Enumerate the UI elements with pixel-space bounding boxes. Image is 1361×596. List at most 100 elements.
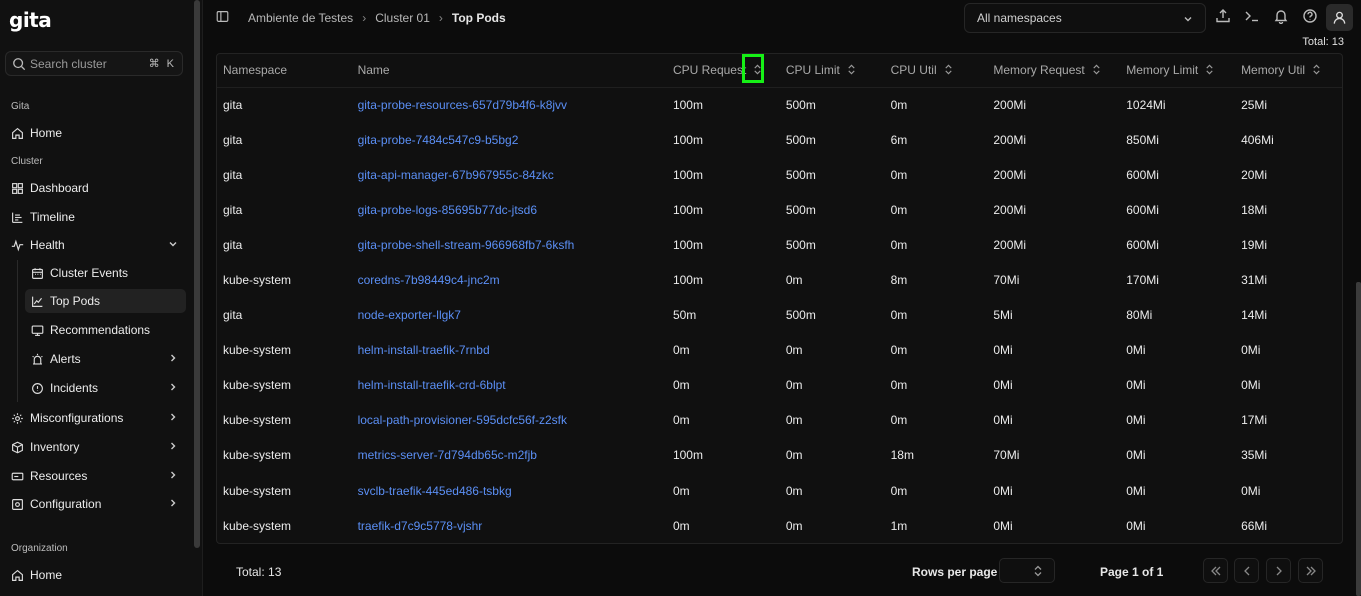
sidebar-item-timeline[interactable]: Timeline bbox=[5, 205, 186, 229]
cell-namespace: gita bbox=[223, 97, 243, 112]
column-header-memory-util[interactable]: Memory Util bbox=[1235, 54, 1342, 88]
chevron-right-icon bbox=[1276, 566, 1282, 576]
sidebar-item-cluster-events[interactable]: Cluster Events bbox=[25, 261, 186, 285]
cell-namespace: gita bbox=[223, 308, 243, 323]
cell-cpu-util: 0m bbox=[890, 97, 908, 112]
cell-cpu-request: 100m bbox=[672, 97, 703, 112]
sidebar-item-health[interactable]: Health bbox=[5, 233, 186, 257]
cell-cpu-limit: 0m bbox=[785, 343, 803, 358]
sort-icon[interactable] bbox=[1205, 64, 1214, 75]
cell-memory-util: 0Mi bbox=[1241, 483, 1261, 498]
sidebar-item-configuration[interactable]: Configuration bbox=[5, 492, 186, 516]
table-row: gita gita-probe-7484c547c9-b5bg2 100m 500m 6… bbox=[217, 122, 1342, 157]
breadcrumb-item-environment[interactable]: Ambiente de Testes bbox=[248, 11, 353, 25]
search-cluster-input[interactable]: Search cluster ⌘ K bbox=[5, 51, 183, 76]
table-row: kube-system helm-install-traefik-7rnbd 0m 0… bbox=[217, 333, 1342, 368]
cell-name[interactable]: helm-install-traefik-7rnbd bbox=[352, 333, 667, 368]
previous-page-button[interactable] bbox=[1234, 558, 1259, 583]
cell-memory-request: 0Mi bbox=[993, 483, 1013, 498]
chevrons-right-icon bbox=[1306, 566, 1316, 576]
cell-name[interactable]: gita-probe-logs-85695b77dc-jtsd6 bbox=[352, 192, 667, 227]
column-header-cpu-request[interactable]: CPU Request bbox=[666, 54, 780, 88]
cell-name[interactable]: gita-probe-7484c547c9-b5bg2 bbox=[352, 122, 667, 157]
sidebar-item-misconfigurations[interactable]: Misconfigurations bbox=[5, 406, 186, 430]
rows-per-page-select[interactable] bbox=[999, 558, 1055, 583]
cell-memory-request: 200Mi bbox=[993, 202, 1027, 217]
sidebar-item-inventory[interactable]: Inventory bbox=[5, 435, 186, 459]
main-scrollbar[interactable] bbox=[1356, 282, 1361, 596]
namespace-select[interactable]: All namespaces bbox=[964, 3, 1206, 33]
timeline-icon bbox=[12, 212, 23, 223]
sort-icon[interactable] bbox=[1092, 64, 1101, 75]
sidebar-item-incidents[interactable]: Incidents bbox=[25, 376, 186, 400]
settings-gear-icon bbox=[12, 412, 23, 424]
sidebar-item-alerts[interactable]: Alerts bbox=[25, 347, 186, 371]
cell-memory-util: 66Mi bbox=[1241, 518, 1268, 533]
cell-name[interactable]: helm-install-traefik-crd-6blpt bbox=[352, 368, 667, 403]
sort-icon[interactable] bbox=[847, 64, 856, 75]
cell-name[interactable]: node-exporter-llgk7 bbox=[352, 298, 667, 333]
column-header-namespace: Namespace bbox=[217, 54, 352, 88]
help-circle-icon[interactable] bbox=[1302, 8, 1318, 24]
column-header-cpu-limit[interactable]: CPU Limit bbox=[779, 54, 885, 88]
chevron-right-icon bbox=[171, 442, 176, 450]
sidebar-item-home[interactable]: Home bbox=[5, 121, 186, 145]
cell-namespace: gita bbox=[223, 237, 243, 252]
cell-memory-request: 0Mi bbox=[993, 343, 1013, 358]
cell-cpu-limit: 500m bbox=[785, 132, 816, 147]
sidebar-item-top-pods[interactable]: Top Pods bbox=[25, 289, 186, 313]
sidebar-item-label: Timeline bbox=[30, 210, 75, 224]
cell-cpu-limit: 500m bbox=[785, 167, 816, 182]
export-upload-icon[interactable] bbox=[1215, 8, 1231, 24]
cell-cpu-limit: 500m bbox=[785, 237, 816, 252]
column-header-memory-limit[interactable]: Memory Limit bbox=[1120, 54, 1236, 88]
cell-name[interactable]: metrics-server-7d794db65c-m2fjb bbox=[352, 438, 667, 473]
cell-memory-request: 200Mi bbox=[993, 132, 1027, 147]
cell-memory-util: 19Mi bbox=[1241, 237, 1268, 252]
bell-icon[interactable] bbox=[1273, 8, 1289, 24]
chevron-left-icon bbox=[1244, 566, 1250, 576]
cell-cpu-util: 1m bbox=[890, 518, 908, 533]
cell-cpu-request: 0m bbox=[672, 518, 690, 533]
cell-cpu-request: 50m bbox=[672, 308, 697, 323]
last-page-button[interactable] bbox=[1298, 558, 1323, 583]
sort-icon[interactable] bbox=[944, 64, 953, 75]
cell-cpu-limit: 0m bbox=[785, 413, 803, 428]
topbar: Ambiente de Testes › Cluster 01 › Top Po… bbox=[203, 0, 1361, 36]
column-header-cpu-util[interactable]: CPU Util bbox=[884, 54, 988, 88]
sidebar-item-recommendations[interactable]: Recommendations bbox=[25, 318, 186, 342]
terminal-icon[interactable] bbox=[1244, 8, 1260, 24]
cell-namespace: kube-system bbox=[223, 518, 292, 533]
sidebar-item-resources[interactable]: Resources bbox=[5, 464, 186, 488]
column-header-memory-request[interactable]: Memory Request bbox=[987, 54, 1121, 88]
sidebar-item-dashboard[interactable]: Dashboard bbox=[5, 176, 186, 200]
first-page-button[interactable] bbox=[1203, 558, 1228, 583]
submenu-guide-line bbox=[17, 260, 18, 402]
cell-name[interactable]: svclb-traefik-445ed486-tsbkg bbox=[352, 473, 667, 508]
next-page-button[interactable] bbox=[1266, 558, 1291, 583]
table-row: gita gita-probe-logs-85695b77dc-jtsd6 100m… bbox=[217, 192, 1342, 227]
chevron-right-icon bbox=[171, 354, 176, 362]
cell-namespace: kube-system bbox=[223, 343, 292, 358]
gita-logo[interactable]: gita bbox=[9, 8, 52, 32]
breadcrumb-item-cluster[interactable]: Cluster 01 bbox=[375, 11, 430, 25]
sidebar-item-label: Configuration bbox=[30, 497, 102, 511]
sort-icon[interactable] bbox=[1312, 64, 1321, 75]
highlighted-sort-target bbox=[742, 54, 765, 84]
sidebar-toggle-icon[interactable] bbox=[216, 10, 229, 23]
cell-name[interactable]: gita-probe-shell-stream-966968fb7-6ksfh bbox=[352, 227, 667, 262]
cell-name[interactable]: local-path-provisioner-595dcfc56f-z2sfk bbox=[352, 403, 667, 438]
cell-name[interactable]: gita-probe-resources-657d79b4f6-k8jvv bbox=[352, 87, 667, 122]
cell-name[interactable]: coredns-7b98449c4-jnc2m bbox=[352, 262, 667, 297]
sidebar-scrollbar[interactable] bbox=[194, 0, 200, 548]
sidebar-item-org-home[interactable]: Home bbox=[5, 563, 186, 587]
cell-name[interactable]: traefik-d7c9c5778-vjshr bbox=[352, 508, 667, 543]
cell-memory-util: 0Mi bbox=[1241, 378, 1261, 393]
cell-memory-limit: 0Mi bbox=[1126, 483, 1146, 498]
cell-memory-util: 0Mi bbox=[1241, 343, 1261, 358]
cell-cpu-limit: 500m bbox=[785, 308, 816, 323]
cell-memory-util: 14Mi bbox=[1241, 308, 1268, 323]
table-row: gita gita-api-manager-67b967955c-84zkc 100… bbox=[217, 157, 1342, 192]
user-menu-button[interactable] bbox=[1326, 4, 1353, 31]
cell-name[interactable]: gita-api-manager-67b967955c-84zkc bbox=[352, 157, 667, 192]
